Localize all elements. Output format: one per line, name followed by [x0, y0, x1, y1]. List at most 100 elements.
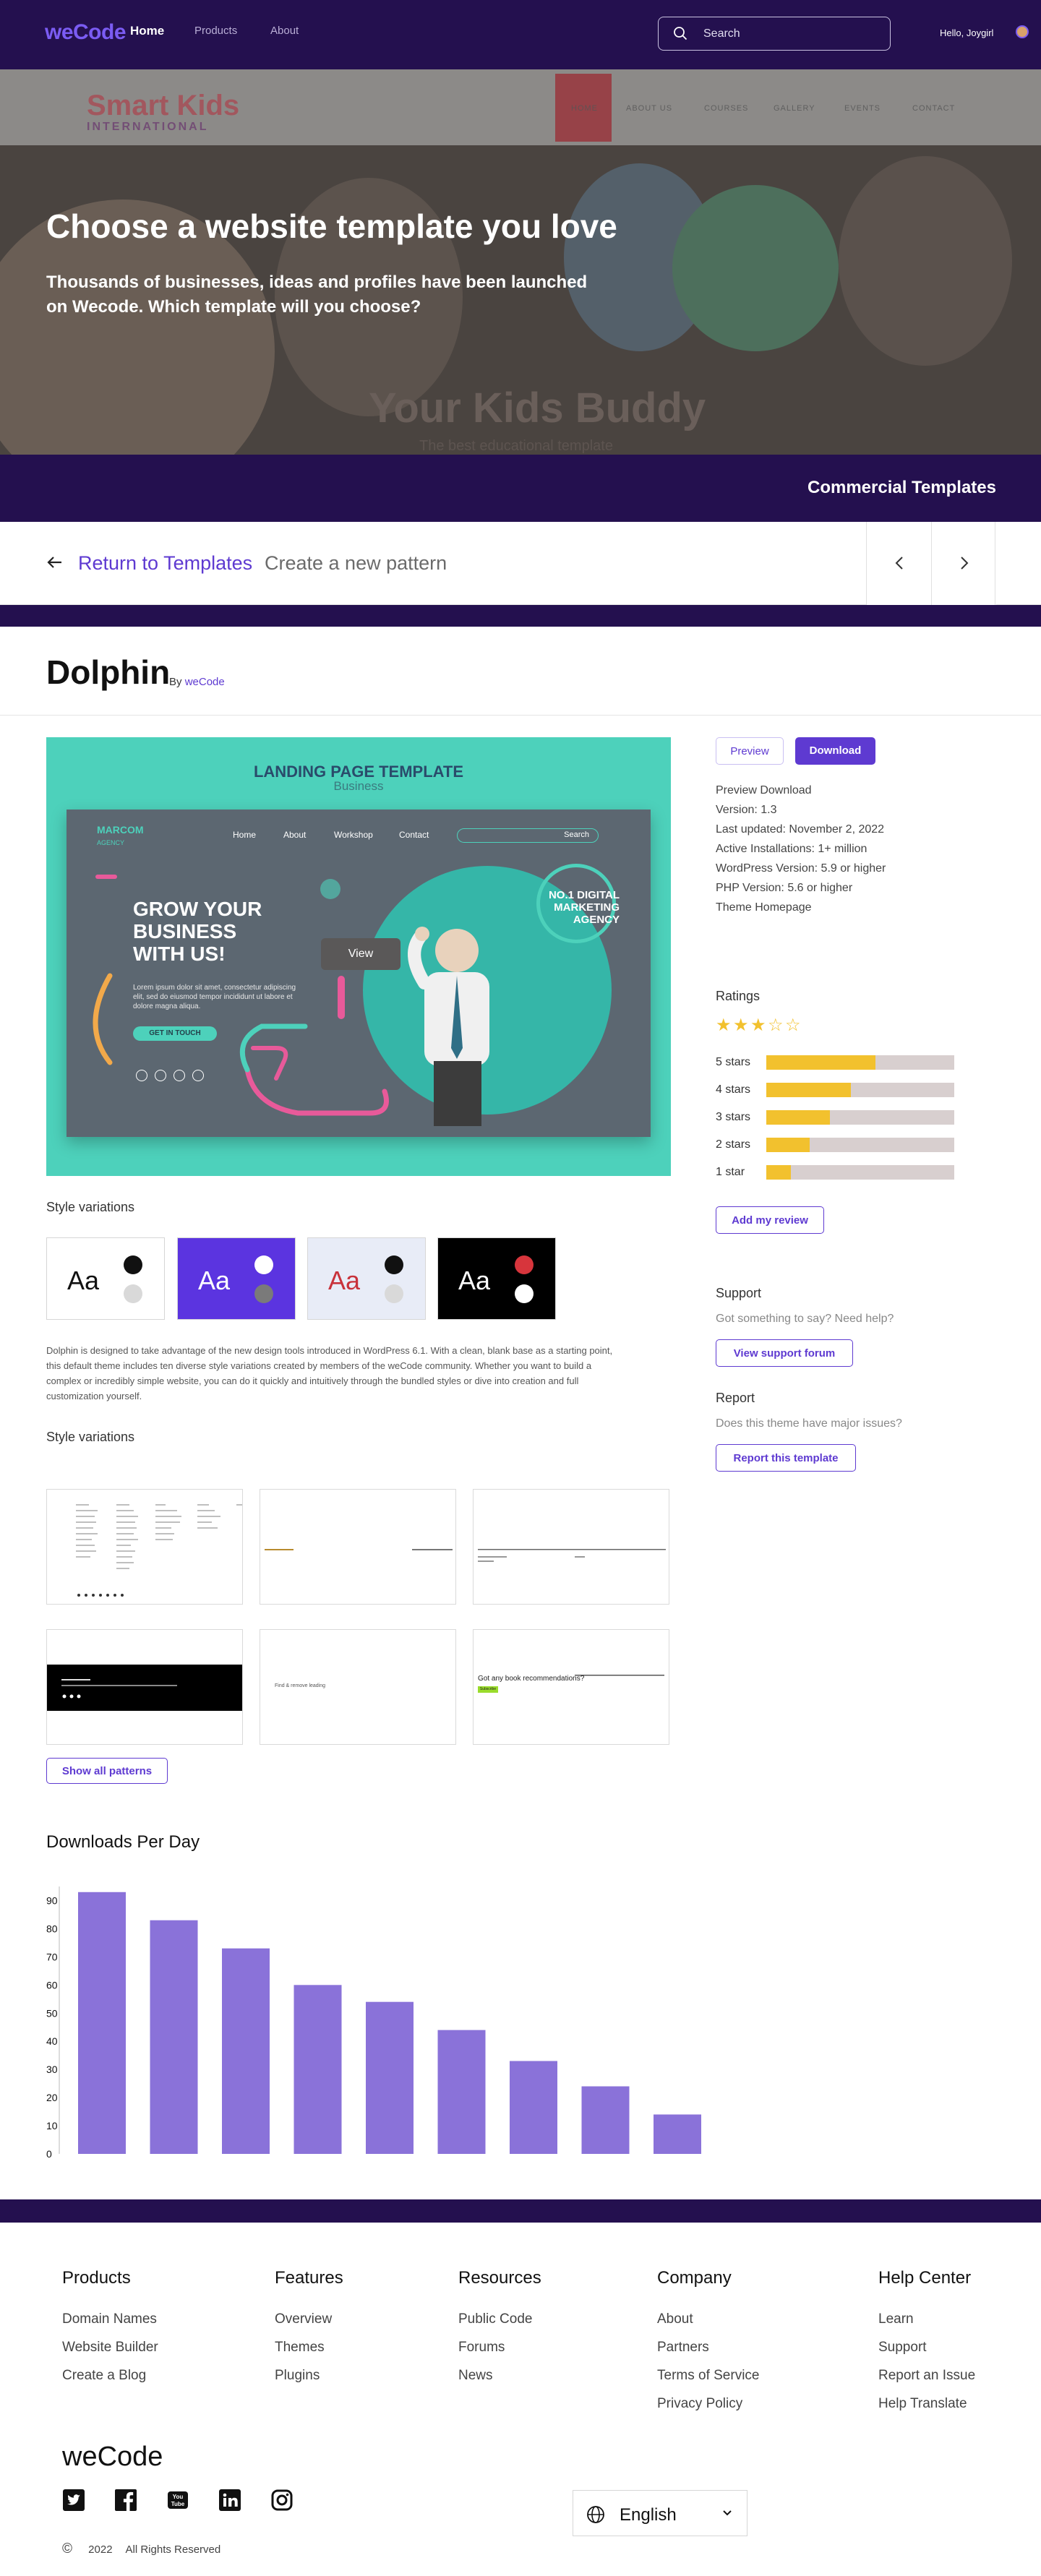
- top-nav: weCode Home Products About Hello, Joygir…: [0, 0, 1041, 69]
- template-title: Dolphin: [46, 653, 171, 691]
- footer-link[interactable]: Create a Blog: [62, 2368, 146, 2384]
- rating-row-bar: [766, 1138, 954, 1152]
- chart-bar-3[interactable]: [222, 1948, 270, 2154]
- linkedin-icon[interactable]: [218, 2489, 241, 2512]
- footer-link[interactable]: Overview: [275, 2311, 332, 2327]
- pattern-thumbnail[interactable]: [260, 1489, 456, 1605]
- preview-cta: GET IN TOUCH: [133, 1026, 217, 1041]
- pattern-text: Find & remove leading: [275, 1683, 326, 1688]
- preview-badge: NO.1 DIGITAL MARKETING AGENCY: [548, 889, 620, 926]
- footer-link[interactable]: Website Builder: [62, 2340, 158, 2356]
- preview-decoration-graphic: [93, 875, 489, 1126]
- create-pattern-link[interactable]: Create a new pattern: [265, 552, 447, 575]
- footer-link[interactable]: Plugins: [275, 2368, 320, 2384]
- star-empty-icon: ☆: [768, 1016, 784, 1035]
- pattern-text: Got any book recommendations?: [478, 1675, 585, 1683]
- site-logo[interactable]: weCode: [45, 20, 127, 45]
- footer-link[interactable]: Public Code: [458, 2311, 532, 2327]
- template-nav-bar: Return to Templates Create a new pattern: [0, 522, 1041, 605]
- pattern-thumbnail[interactable]: [46, 1629, 243, 1745]
- footer-link[interactable]: Learn: [878, 2311, 914, 2327]
- rating-row-fill: [766, 1165, 791, 1180]
- copyright-symbol: ©: [62, 2541, 72, 2556]
- footer-link[interactable]: Privacy Policy: [657, 2396, 742, 2412]
- hero-background-menu-item: GALLERY: [774, 104, 815, 113]
- preview-mockup: MARCOM AGENCY Home About Workshop Contac…: [67, 810, 651, 1137]
- search-icon: [674, 27, 687, 40]
- previous-template-button[interactable]: [866, 522, 931, 605]
- view-support-forum-button[interactable]: View support forum: [716, 1339, 853, 1367]
- chart-bar-6[interactable]: [437, 2030, 486, 2154]
- download-button[interactable]: Download: [795, 737, 875, 765]
- add-review-button[interactable]: Add my review: [716, 1206, 824, 1234]
- swatch-color-dot: [124, 1284, 142, 1303]
- chart-bar-1[interactable]: [78, 1892, 126, 2154]
- style-variation-swatch[interactable]: Aa: [437, 1237, 556, 1320]
- meta-theme-homepage[interactable]: Theme Homepage: [716, 898, 886, 917]
- chart-bar-2[interactable]: [150, 1920, 198, 2154]
- footer-logo[interactable]: weCode: [62, 2442, 163, 2473]
- report-template-button[interactable]: Report this template: [716, 1444, 856, 1472]
- pattern-thumbnail[interactable]: [46, 1489, 243, 1605]
- chart-bar-8[interactable]: [581, 2086, 630, 2154]
- language-selector[interactable]: English: [573, 2490, 747, 2536]
- chart-bar-5[interactable]: [366, 2001, 414, 2154]
- youtube-icon[interactable]: You Tube: [166, 2489, 189, 2512]
- next-template-button[interactable]: [931, 522, 996, 605]
- facebook-icon[interactable]: [114, 2489, 137, 2512]
- footer-link[interactable]: Support: [878, 2340, 927, 2356]
- nav-products[interactable]: Products: [194, 25, 237, 37]
- pattern-thumbnail[interactable]: Find & remove leading: [260, 1629, 456, 1745]
- search-input[interactable]: [703, 26, 877, 42]
- star-filled-icon: ★: [716, 1016, 732, 1035]
- style-variation-swatch[interactable]: Aa: [177, 1237, 296, 1320]
- swatch-color-dot: [515, 1255, 534, 1274]
- pattern-subscribe-button: Subscribe: [478, 1686, 498, 1693]
- return-to-templates-link[interactable]: Return to Templates: [78, 552, 252, 575]
- footer-link[interactable]: Domain Names: [62, 2311, 157, 2327]
- chart-bar-9[interactable]: [654, 2114, 701, 2154]
- chart-bar-4[interactable]: [294, 1985, 342, 2154]
- footer-link[interactable]: About: [657, 2311, 693, 2327]
- globe-icon: [587, 2506, 604, 2523]
- pattern-thumbnail[interactable]: [473, 1489, 669, 1605]
- nav-home[interactable]: Home: [130, 24, 164, 38]
- back-arrow-icon[interactable]: [46, 554, 64, 571]
- preview-menu-item: Home: [233, 830, 257, 840]
- nav-about[interactable]: About: [270, 25, 299, 37]
- style-variation-swatch[interactable]: Aa: [46, 1237, 165, 1320]
- y-tick-label: 60: [46, 1979, 58, 1991]
- swatch-color-dot: [385, 1255, 403, 1274]
- meta-preview-download[interactable]: Preview Download: [716, 781, 886, 800]
- footer-link[interactable]: Partners: [657, 2340, 709, 2356]
- avatar[interactable]: [1016, 25, 1029, 38]
- meta-version: Version: 1.3: [716, 804, 777, 816]
- instagram-icon[interactable]: [270, 2489, 294, 2512]
- preview-body-text: Lorem ipsum dolor sit amet, consectetur …: [133, 984, 296, 1010]
- preview-button[interactable]: Preview: [716, 737, 784, 765]
- twitter-icon[interactable]: [62, 2489, 85, 2512]
- footer-link[interactable]: Forums: [458, 2340, 505, 2356]
- template-preview-image[interactable]: LANDING PAGE TEMPLATE Business MARCOM AG…: [46, 737, 671, 1176]
- search-box: [658, 17, 891, 51]
- footer-link[interactable]: News: [458, 2368, 493, 2384]
- y-tick-label: 0: [46, 2148, 52, 2160]
- view-preview-button[interactable]: View: [321, 938, 400, 970]
- show-all-patterns-button[interactable]: Show all patterns: [46, 1758, 168, 1784]
- footer-link[interactable]: Report an Issue: [878, 2368, 975, 2384]
- commercial-templates-label[interactable]: Commercial Templates: [807, 478, 996, 498]
- chart-bar-7[interactable]: [510, 2061, 557, 2154]
- footer-link[interactable]: Terms of Service: [657, 2368, 759, 2384]
- swatch-sample-text: Aa: [328, 1266, 361, 1295]
- footer-link[interactable]: Help Translate: [878, 2396, 967, 2412]
- hero-background-menu-item: HOME: [571, 104, 598, 113]
- meta-php-version: PHP Version: 5.6 or higher: [716, 882, 853, 894]
- rating-row-fill: [766, 1138, 810, 1152]
- style-variation-swatch[interactable]: Aa: [307, 1237, 426, 1320]
- swatch-color-dot: [515, 1284, 534, 1303]
- footer-link[interactable]: Themes: [275, 2340, 325, 2356]
- author-link[interactable]: weCode: [185, 676, 225, 688]
- pattern-thumbnail[interactable]: Got any book recommendations? Subscribe: [473, 1629, 669, 1745]
- copyright-text: All Rights Reserved: [125, 2543, 221, 2556]
- rating-row-bar: [766, 1165, 954, 1180]
